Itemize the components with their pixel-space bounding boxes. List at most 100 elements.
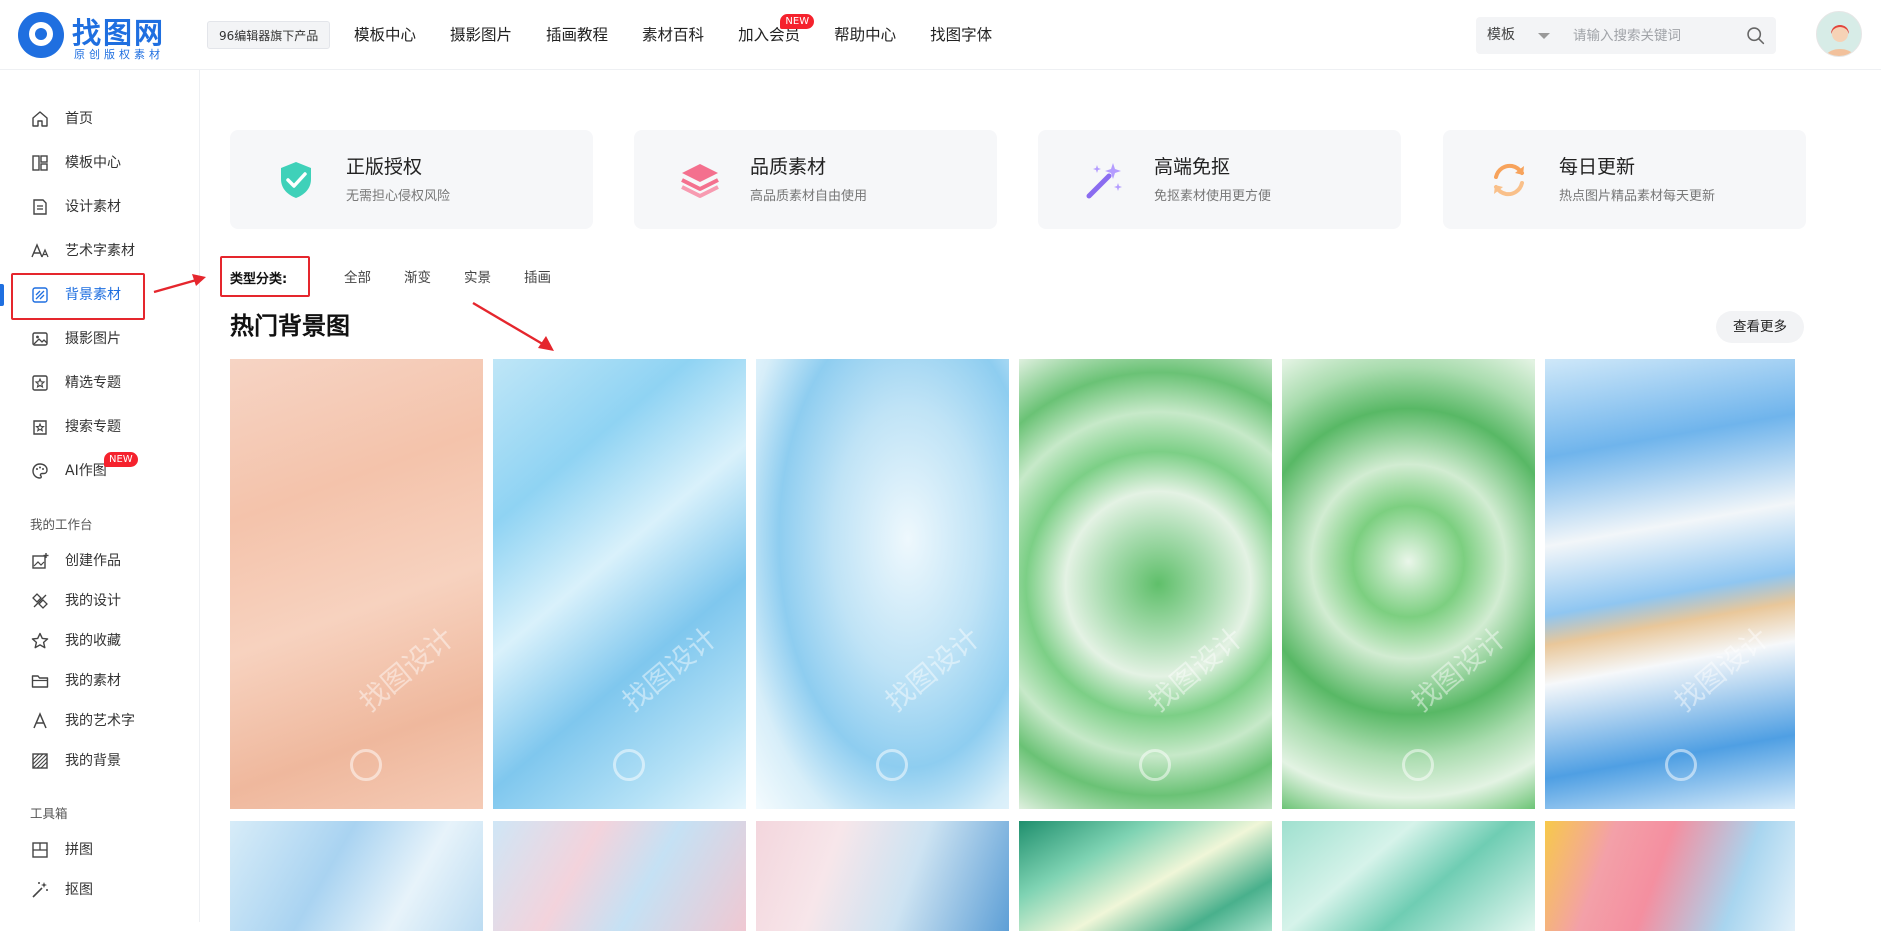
photo-icon — [32, 332, 48, 346]
layers-icon — [681, 164, 719, 198]
sidebar-item-my-favorites[interactable]: 我的收藏 — [0, 619, 200, 663]
sidebar-item-my-background[interactable]: 我的背景 — [0, 739, 200, 783]
background-thumbnail[interactable]: 找图设计 — [756, 359, 1009, 809]
sidebar-item-templates[interactable]: 模板中心 — [0, 141, 200, 185]
background-thumbnail[interactable] — [1019, 821, 1272, 931]
folder-icon — [31, 675, 49, 688]
sidebar-item-label: 我的设计 — [65, 593, 121, 609]
filter-tab-illustration[interactable]: 插画 — [524, 266, 551, 286]
search-box: 模板 — [1476, 17, 1776, 54]
nav-item-encyclopedia[interactable]: 素材百科 — [642, 0, 704, 70]
sidebar-item-my-materials[interactable]: 我的素材 — [0, 659, 200, 703]
sidebar-item-label: 摄影图片 — [65, 331, 121, 347]
product-tag[interactable]: 96编辑器旗下产品 — [207, 21, 331, 49]
feature-card-license: 正版授权 无需担心侵权风险 — [230, 130, 593, 229]
sidebar-item-label: 创建作品 — [65, 553, 121, 569]
nav-item-membership[interactable]: 加入会员 NEW — [738, 0, 815, 70]
filter-tab-all[interactable]: 全部 — [344, 266, 371, 286]
logo-mark-icon — [18, 12, 64, 58]
background-thumbnail[interactable] — [756, 821, 1009, 931]
workspace-section-title: 我的工作台 — [30, 517, 93, 532]
sidebar-item-photos[interactable]: 摄影图片 — [0, 317, 200, 361]
background-thumbnail[interactable] — [493, 821, 746, 931]
search-input[interactable] — [1573, 23, 1733, 48]
feature-desc: 免抠素材使用更方便 — [1154, 189, 1272, 204]
pattern-icon — [32, 753, 48, 769]
new-badge: NEW — [104, 452, 138, 467]
design-material-icon — [33, 199, 47, 215]
create-work-icon — [32, 553, 49, 569]
top-nav: 模板中心 摄影图片 插画教程 素材百科 加入会员 NEW 帮助中心 找图字体 — [354, 0, 1026, 70]
background-thumbnail[interactable] — [1282, 821, 1535, 931]
highlight-box — [11, 273, 145, 320]
feature-desc: 高品质素材自由使用 — [750, 189, 868, 204]
sidebar-item-label: AI作图 — [65, 463, 107, 479]
sidebar-item-design-material[interactable]: 设计素材 — [0, 185, 200, 229]
nav-item-help[interactable]: 帮助中心 — [834, 0, 896, 70]
watermark-text: 找图设计 — [879, 620, 987, 719]
my-design-icon — [32, 593, 48, 609]
background-thumbnail[interactable]: 找图设计 — [493, 359, 746, 809]
view-more-button[interactable]: 查看更多 — [1716, 311, 1804, 343]
sidebar-item-art-text[interactable]: 艺术字素材 — [0, 229, 200, 273]
feature-title: 正版授权 — [346, 156, 423, 178]
background-thumbnail[interactable]: 找图设计 — [230, 359, 483, 809]
feature-title: 高端免抠 — [1154, 156, 1231, 178]
filter-tab-real-scene[interactable]: 实景 — [464, 266, 491, 286]
background-thumbnail[interactable] — [230, 821, 483, 931]
watermark-logo — [1139, 749, 1171, 781]
nav-item-illustration[interactable]: 插画教程 — [546, 0, 608, 70]
watermark-logo — [1402, 749, 1434, 781]
sidebar: 首页 模板中心 设计素材 艺术字素材 背景素材 摄影图片 精选专题 搜索专题 A… — [0, 70, 200, 922]
watermark-logo — [350, 749, 382, 781]
watermark-logo — [1665, 749, 1697, 781]
feature-desc: 热点图片精品素材每天更新 — [1559, 189, 1716, 204]
nav-item-photos[interactable]: 摄影图片 — [450, 0, 512, 70]
feature-title: 品质素材 — [750, 156, 827, 178]
feature-card-update: 每日更新 热点图片精品素材每天更新 — [1443, 130, 1806, 229]
filter-tab-gradient[interactable]: 渐变 — [404, 266, 431, 286]
chevron-down-icon[interactable] — [1538, 33, 1550, 39]
sidebar-item-my-art-text[interactable]: 我的艺术字 — [0, 699, 200, 743]
sidebar-item-label: 首页 — [65, 111, 93, 127]
watermark-text: 找图设计 — [1142, 620, 1250, 719]
sidebar-item-my-design[interactable]: 我的设计 — [0, 579, 200, 623]
sidebar-item-label: 模板中心 — [65, 155, 121, 171]
site-logo[interactable]: 找图网 原创版权素材 — [18, 10, 178, 62]
sidebar-item-featured-topic[interactable]: 精选专题 — [0, 361, 200, 405]
arrow-icon — [153, 274, 206, 294]
sidebar-item-search-topic[interactable]: 搜索专题 — [0, 405, 200, 449]
active-indicator — [0, 284, 4, 306]
filter-label: 类型分类: — [230, 272, 288, 287]
sidebar-item-create-work[interactable]: 创建作品 — [0, 539, 200, 583]
background-thumbnail[interactable]: 找图设计 — [1545, 359, 1795, 809]
letter-a-icon — [33, 712, 47, 729]
top-header: 找图网 原创版权素材 96编辑器旗下产品 模板中心 摄影图片 插画教程 素材百科… — [0, 0, 1881, 70]
sidebar-item-ai-draw[interactable]: AI作图 NEW — [0, 449, 200, 493]
sidebar-item-label: 精选专题 — [65, 375, 121, 391]
logo-subtitle: 原创版权素材 — [74, 48, 164, 61]
search-category-select[interactable]: 模板 — [1487, 17, 1515, 54]
new-badge: NEW — [780, 14, 815, 29]
art-text-icon — [31, 243, 49, 258]
background-thumbnail[interactable]: 找图设计 — [1019, 359, 1272, 809]
nav-item-templates[interactable]: 模板中心 — [354, 0, 416, 70]
sidebar-item-label: 我的背景 — [65, 753, 121, 769]
nav-item-fonts[interactable]: 找图字体 — [930, 0, 992, 70]
search-topic-icon — [33, 420, 47, 435]
user-avatar[interactable] — [1816, 11, 1862, 57]
toolbox-section-title: 工具箱 — [30, 806, 68, 821]
background-thumbnail[interactable]: 找图设计 — [1282, 359, 1535, 809]
avatar-icon — [1817, 12, 1861, 56]
arrow-icon — [472, 301, 554, 351]
background-thumbnail[interactable] — [1545, 821, 1795, 931]
home-icon — [32, 111, 48, 127]
sidebar-item-label: 设计素材 — [65, 199, 121, 215]
watermark-text: 找图设计 — [353, 620, 461, 719]
sidebar-item-collage[interactable]: 拼图 — [0, 828, 200, 872]
feature-card-quality: 品质素材 高品质素材自由使用 — [634, 130, 997, 229]
sidebar-item-home[interactable]: 首页 — [0, 97, 200, 141]
sidebar-item-cutout[interactable]: 抠图 — [0, 868, 200, 912]
sidebar-item-label: 我的艺术字 — [65, 713, 135, 729]
search-icon[interactable] — [1745, 25, 1766, 46]
